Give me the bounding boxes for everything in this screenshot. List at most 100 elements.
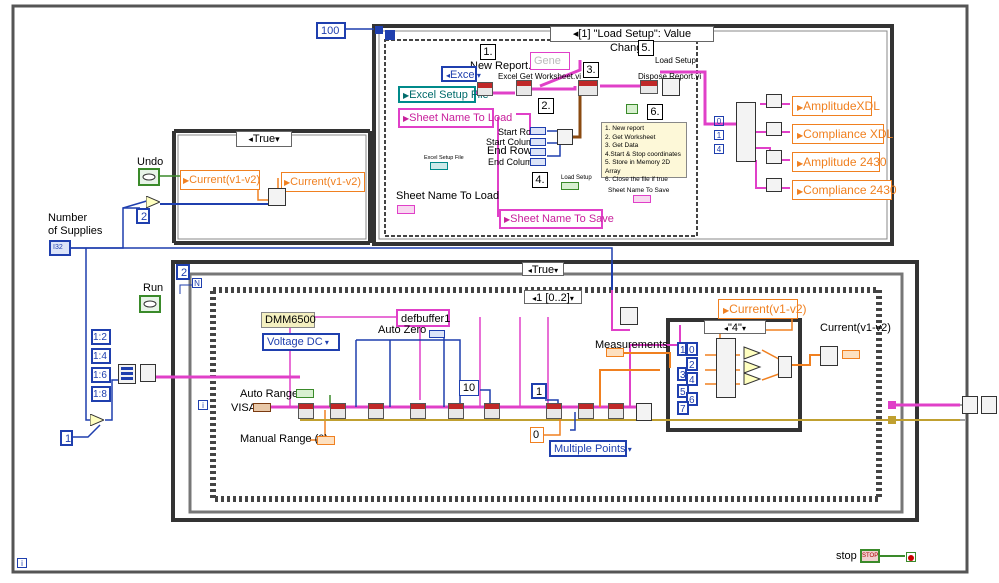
comment-line: 4.Start & Stop coordinates bbox=[605, 150, 681, 158]
transpose-array-icon bbox=[820, 346, 838, 366]
manual-range-label: Manual Range (0) bbox=[240, 433, 329, 445]
stop-button[interactable]: STOP bbox=[860, 549, 880, 563]
current-a-text: Current(v1-v2) bbox=[189, 174, 261, 186]
current-indicator bbox=[842, 350, 860, 359]
dmm-reset-vi-icon bbox=[578, 403, 594, 419]
load-setup-boolean[interactable] bbox=[561, 182, 579, 190]
sequence-frame-selector[interactable]: ◂1 [0..2]▾ bbox=[524, 290, 582, 304]
start-column-control[interactable] bbox=[530, 138, 546, 146]
excel-get-data-icon bbox=[578, 80, 598, 96]
stop-label: stop bbox=[836, 550, 857, 562]
case-four-text: "4" bbox=[728, 322, 742, 334]
simple-error-handler-icon bbox=[662, 78, 680, 96]
error-handler-icon bbox=[636, 403, 652, 421]
dmm-configure-auto-zero-vi-icon bbox=[448, 403, 464, 419]
comment-line: 5. Store in Memory 2D Array bbox=[605, 159, 671, 175]
comment-line: 3. Get Data bbox=[605, 142, 639, 149]
run-label: Run bbox=[143, 282, 164, 294]
undo-boolean-control[interactable] bbox=[138, 168, 160, 186]
run-boolean-control[interactable] bbox=[139, 295, 161, 313]
step-2: 2. bbox=[538, 98, 554, 114]
measurements-property-node-icon bbox=[620, 307, 638, 325]
loop-condition-icon bbox=[906, 552, 916, 562]
compliance-xdl-local: ▶Compliance XDL bbox=[792, 124, 893, 144]
compliance-xdl-text: Compliance XDL bbox=[803, 127, 894, 141]
for-loop-count-terminal: N bbox=[192, 278, 202, 288]
index-4-const: 4 bbox=[714, 144, 724, 154]
case-selector-true-top[interactable]: ◂True▾ bbox=[236, 131, 292, 147]
end-column-control[interactable] bbox=[530, 158, 546, 166]
start-row-control[interactable] bbox=[530, 127, 546, 135]
excel-setup-file-small-label: Excel Setup File bbox=[424, 155, 464, 161]
simple-error-icon-right bbox=[981, 396, 997, 414]
excel-setup-file-control[interactable]: ▶Excel Setup File bbox=[398, 86, 489, 103]
excel-enum-constant[interactable]: ◂Excel▾ bbox=[441, 66, 481, 82]
amplitude-xdl-local: ▶AmplitudeXDL bbox=[792, 96, 880, 116]
constant-2-loop: 2 bbox=[176, 264, 190, 280]
while-loop-iteration-terminal: i bbox=[17, 558, 27, 568]
ratio-1-8-constant: 1:8 bbox=[91, 386, 111, 402]
measurements-terminal[interactable] bbox=[606, 348, 624, 357]
tunnel-pink bbox=[888, 401, 896, 409]
manual-range-control[interactable] bbox=[317, 436, 335, 445]
load-setup-bool-label: Load Setup bbox=[561, 175, 592, 181]
case-index-2: 2 bbox=[686, 357, 698, 371]
current-case-text: Current(v1-v2) bbox=[729, 302, 807, 316]
ratio-1-6-constant: 1:6 bbox=[91, 367, 111, 383]
index-array-case-icon bbox=[716, 338, 736, 398]
event-timeout-terminal bbox=[375, 26, 383, 34]
auto-zero-control[interactable] bbox=[429, 330, 445, 338]
subtract-functions-icon bbox=[742, 345, 762, 386]
constant-100: 100 bbox=[316, 22, 346, 39]
visa-resource-control[interactable] bbox=[253, 403, 271, 412]
auto-range-control[interactable] bbox=[296, 389, 314, 398]
auto-range-label: Auto Range bbox=[240, 388, 299, 400]
sheet-name-to-save-small-label: Sheet Name To Save bbox=[608, 187, 670, 194]
step-4: 4. bbox=[532, 172, 548, 188]
step-comment-note: 1. New report 2. Get Worksheet 3. Get Da… bbox=[601, 122, 687, 183]
dmm6500-label: DMM6500 bbox=[261, 312, 316, 328]
not-equal-function-icon bbox=[145, 195, 162, 209]
sheet-name-to-save-text: Sheet Name To Save bbox=[510, 213, 614, 225]
auto-zero-label: Auto Zero bbox=[378, 324, 427, 336]
excel-enum-text: Excel bbox=[450, 69, 477, 81]
constant-0: 0 bbox=[530, 427, 544, 443]
number-of-supplies-label: Number of Supplies bbox=[48, 212, 103, 237]
sequence-frame-text: 1 [0..2] bbox=[536, 292, 570, 304]
amplitude-2430-local: ▶Amplitude 2430 bbox=[792, 152, 887, 172]
event-case-selector[interactable]: ◂[1] "Load Setup": Value Change▾ bbox=[550, 26, 714, 54]
excel-setup-file-terminal[interactable] bbox=[430, 162, 448, 170]
array-subset-comp-2430-icon bbox=[766, 178, 782, 192]
excel-get-worksheet-icon bbox=[516, 80, 532, 96]
case-selector-label: True bbox=[252, 133, 276, 145]
sheet-name-to-save-terminal[interactable] bbox=[633, 195, 651, 203]
end-row-control[interactable] bbox=[530, 148, 546, 156]
new-report-vi-icon bbox=[477, 82, 493, 96]
current-out-label: Current(v1-v2) bbox=[820, 322, 891, 334]
comment-line: 6. Close the file if true bbox=[605, 176, 668, 183]
voltage-dc-text: Voltage DC bbox=[267, 336, 323, 348]
index-array-icon bbox=[140, 364, 156, 382]
sheet-name-to-load-local: ▶Sheet Name To Load bbox=[398, 108, 512, 128]
sheet-name-to-load-terminal[interactable] bbox=[397, 205, 415, 214]
decrement-function-icon bbox=[89, 413, 106, 427]
step-5: 5. bbox=[638, 40, 654, 56]
case-selector-four[interactable]: ◂"4"▾ bbox=[704, 320, 766, 334]
current-b-text: Current(v1-v2) bbox=[290, 176, 362, 188]
dmm-configure-buffer-vi-icon bbox=[484, 403, 500, 419]
build-array-case-icon bbox=[778, 356, 792, 378]
case-selector-true-main[interactable]: ◂True▾ bbox=[522, 262, 564, 276]
array-subset-icon bbox=[268, 188, 286, 206]
constant-10: 10 bbox=[459, 380, 479, 396]
ratio-1-4-constant: 1:4 bbox=[91, 348, 111, 364]
multiple-points-enum[interactable]: Multiple Points ▾ bbox=[549, 440, 632, 457]
compliance-2430-text: Compliance 2430 bbox=[803, 183, 897, 197]
array-subset-comp-xdl-icon bbox=[766, 122, 782, 136]
case-index-0: 0 bbox=[686, 342, 698, 356]
voltage-dc-enum[interactable]: Voltage DC ▾ bbox=[262, 333, 340, 351]
dmm-initialize-vi-icon bbox=[298, 403, 314, 419]
bundle-icon bbox=[557, 129, 573, 145]
dispose-report-vi-icon bbox=[640, 80, 658, 94]
number-of-supplies-control[interactable]: I32 bbox=[49, 240, 71, 256]
true-constant bbox=[626, 104, 638, 114]
